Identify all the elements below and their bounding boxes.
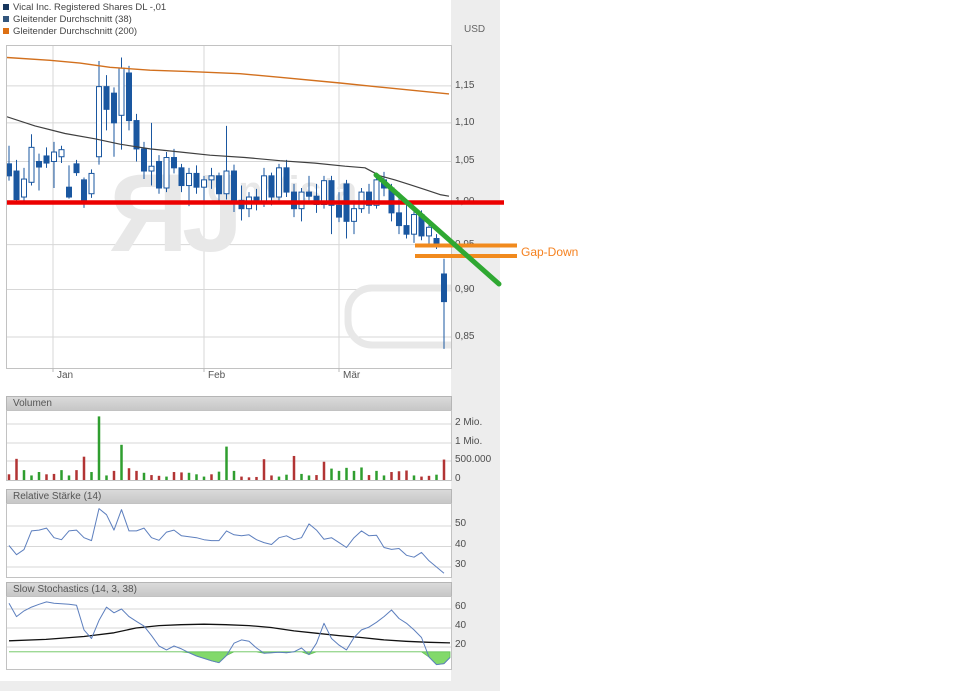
volume-tick-2 Mio.: 2 Mio. (455, 417, 482, 428)
price-tick-1,15: 1,15 (455, 80, 474, 91)
price-chart-canvas[interactable]: ЯJOnVista (7, 46, 451, 368)
rsi-panel-header: Relative Stärke (14) (6, 489, 452, 504)
price-tick-1,00: 1,00 (455, 196, 474, 207)
price-chart-panel[interactable]: ЯJOnVista (6, 45, 452, 369)
gap-down-label: Gap-Down (521, 245, 578, 259)
volume-canvas (7, 411, 451, 480)
chart-page: Vical Inc. Registered Shares DL -,01 Gle… (0, 0, 960, 691)
legend-item-ma38: Gleitender Durchschnitt (38) (3, 13, 132, 25)
rsi-tick-40: 40 (455, 539, 466, 550)
price-tick-0,95: 0,95 (455, 239, 474, 250)
legend-ma200-label: Gleitender Durchschnitt (200) (13, 26, 137, 37)
stochastics-panel-header: Slow Stochastics (14, 3, 38) (6, 582, 452, 597)
ma200-bullet-icon (3, 28, 9, 34)
axis-label-strip (451, 0, 500, 691)
rsi-canvas (7, 504, 451, 577)
stochastics-canvas (7, 597, 451, 669)
rsi-panel (6, 503, 452, 578)
price-tick-0,85: 0,85 (455, 331, 474, 342)
price-tick-0,90: 0,90 (455, 284, 474, 295)
legend-item-instrument: Vical Inc. Registered Shares DL -,01 (3, 1, 166, 13)
volume-panel (6, 410, 452, 481)
price-tick-1,05: 1,05 (455, 155, 474, 166)
instrument-bullet-icon (3, 4, 9, 10)
bottom-band (0, 681, 500, 691)
legend-instrument-label: Vical Inc. Registered Shares DL -,01 (13, 2, 166, 13)
legend-ma38-label: Gleitender Durchschnitt (38) (13, 14, 132, 25)
rsi-tick-30: 30 (455, 559, 466, 570)
currency-label: USD (464, 24, 485, 35)
svg-text:OnVista: OnVista (207, 169, 358, 213)
stoch-tick-20: 20 (455, 639, 466, 650)
ma38-bullet-icon (3, 16, 9, 22)
x-axis-label-maer: Mär (343, 370, 360, 381)
volume-tick-0: 0 (455, 473, 461, 484)
volume-panel-header: Volumen (6, 396, 452, 411)
stochastics-panel (6, 596, 452, 670)
rsi-tick-50: 50 (455, 518, 466, 529)
stoch-tick-60: 60 (455, 601, 466, 612)
volume-tick-1 Mio.: 1 Mio. (455, 436, 482, 447)
x-axis-label-jan: Jan (57, 370, 73, 381)
stoch-tick-40: 40 (455, 620, 466, 631)
x-axis-label-feb: Feb (208, 370, 225, 381)
volume-tick-500.000: 500.000 (455, 454, 491, 465)
price-tick-1,10: 1,10 (455, 117, 474, 128)
legend-item-ma200: Gleitender Durchschnitt (200) (3, 25, 137, 37)
